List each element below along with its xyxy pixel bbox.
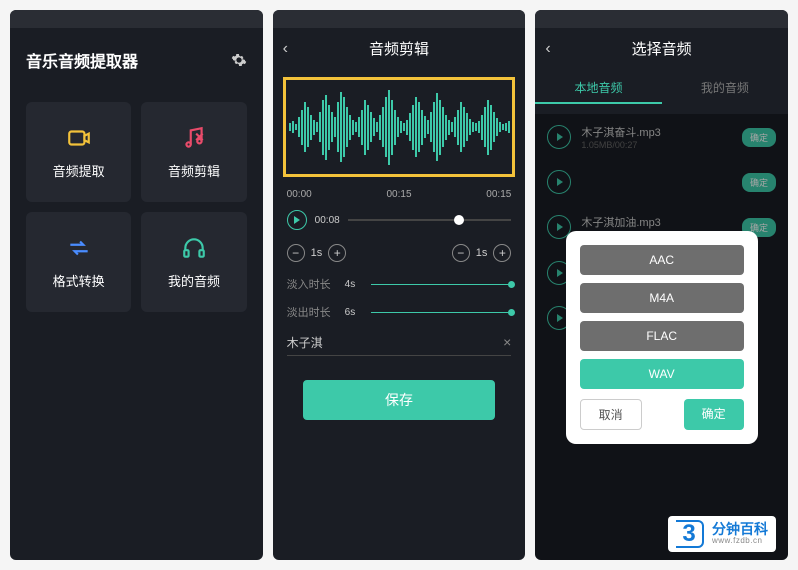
tile-clip[interactable]: 音频剪辑 [141, 102, 246, 202]
tile-label: 我的音频 [168, 271, 220, 290]
tile-extract[interactable]: 音频提取 [26, 102, 131, 202]
fade-out-label: 淡出时长 [287, 304, 335, 320]
time-mid: 00:15 [386, 189, 411, 200]
format-option-aac[interactable]: AAC [580, 245, 744, 275]
fade-out-value: 6s [345, 307, 361, 318]
tile-label: 格式转换 [53, 271, 105, 290]
tab-local[interactable]: 本地音频 [535, 79, 661, 104]
minus-button[interactable]: − [452, 244, 470, 262]
status-bar [10, 10, 263, 28]
current-time: 00:08 [315, 215, 340, 226]
back-icon[interactable]: ‹ [545, 40, 550, 58]
fade-in-row: 淡入时长 4s [273, 270, 526, 298]
watermark-sub: www.fzdb.cn [712, 537, 768, 546]
play-button[interactable] [287, 210, 307, 230]
tile-label: 音频剪辑 [168, 161, 220, 180]
music-scissors-icon [181, 125, 207, 151]
format-option-wav[interactable]: WAV [580, 359, 744, 389]
convert-icon [66, 235, 92, 261]
tabs: 本地音频 我的音频 [535, 69, 788, 114]
watermark: 3 分钟百科 www.fzdb.cn [668, 516, 776, 552]
watermark-title: 分钟百科 [712, 522, 768, 537]
time-start: 00:00 [287, 189, 312, 200]
fade-out-slider[interactable] [371, 312, 512, 313]
time-end: 00:15 [486, 189, 511, 200]
screen-editor: ‹ 音频剪辑 00:00 00:15 00:15 00:08 − 1s + − … [273, 10, 526, 560]
format-option-flac[interactable]: FLAC [580, 321, 744, 351]
stepper-row: − 1s + − 1s + [273, 236, 526, 270]
plus-button[interactable]: + [328, 244, 346, 262]
status-bar [273, 10, 526, 28]
settings-icon[interactable] [231, 52, 247, 68]
step-value: 1s [311, 247, 323, 259]
step-value: 1s [476, 247, 488, 259]
left-stepper: − 1s + [287, 244, 347, 262]
format-option-m4a[interactable]: M4A [580, 283, 744, 313]
feature-grid: 音频提取 音频剪辑 格式转换 我的音频 [10, 92, 263, 322]
save-button[interactable]: 保存 [303, 380, 496, 420]
right-stepper: − 1s + [452, 244, 512, 262]
headphones-icon [181, 235, 207, 261]
playback-row: 00:08 [273, 204, 526, 236]
app-title: 音乐音频提取器 [26, 48, 138, 72]
waveform[interactable] [283, 77, 516, 177]
watermark-logo-icon: 3 [676, 520, 704, 548]
modal-overlay: AAC M4A FLAC WAV 取消 确定 [535, 114, 788, 560]
nav-bar: ‹ 音频剪辑 [273, 28, 526, 69]
progress-slider[interactable] [348, 219, 512, 221]
nav-title: 选择音频 [632, 38, 692, 59]
tile-my-audio[interactable]: 我的音频 [141, 212, 246, 312]
minus-button[interactable]: − [287, 244, 305, 262]
nav-title: 音频剪辑 [369, 38, 429, 59]
format-dialog: AAC M4A FLAC WAV 取消 确定 [566, 231, 758, 444]
screen-select-audio: ‹ 选择音频 本地音频 我的音频 木子淇奋斗.mp3 1.05MB/00:27 … [535, 10, 788, 560]
screen-home: 音乐音频提取器 音频提取 音频剪辑 格式转换 我的音频 [10, 10, 263, 560]
fade-out-row: 淡出时长 6s [273, 298, 526, 326]
tile-convert[interactable]: 格式转换 [26, 212, 131, 312]
plus-button[interactable]: + [493, 244, 511, 262]
back-icon[interactable]: ‹ [283, 40, 288, 58]
tab-mine[interactable]: 我的音频 [662, 79, 788, 104]
app-header: 音乐音频提取器 [10, 28, 263, 92]
fade-in-label: 淡入时长 [287, 276, 335, 292]
audio-list: 木子淇奋斗.mp3 1.05MB/00:27 确定 确定 木子淇加油.mp3 7… [535, 114, 788, 560]
nav-bar: ‹ 选择音频 [535, 28, 788, 69]
tile-label: 音频提取 [53, 161, 105, 180]
cancel-button[interactable]: 取消 [580, 399, 642, 430]
filename-input[interactable]: 木子淇 × [287, 334, 512, 356]
fade-in-slider[interactable] [371, 284, 512, 285]
filename-text: 木子淇 [287, 334, 323, 351]
fade-in-value: 4s [345, 279, 361, 290]
clear-icon[interactable]: × [503, 334, 511, 351]
status-bar [535, 10, 788, 28]
timeline-labels: 00:00 00:15 00:15 [273, 185, 526, 204]
confirm-button[interactable]: 确定 [684, 399, 744, 430]
video-icon [66, 125, 92, 151]
